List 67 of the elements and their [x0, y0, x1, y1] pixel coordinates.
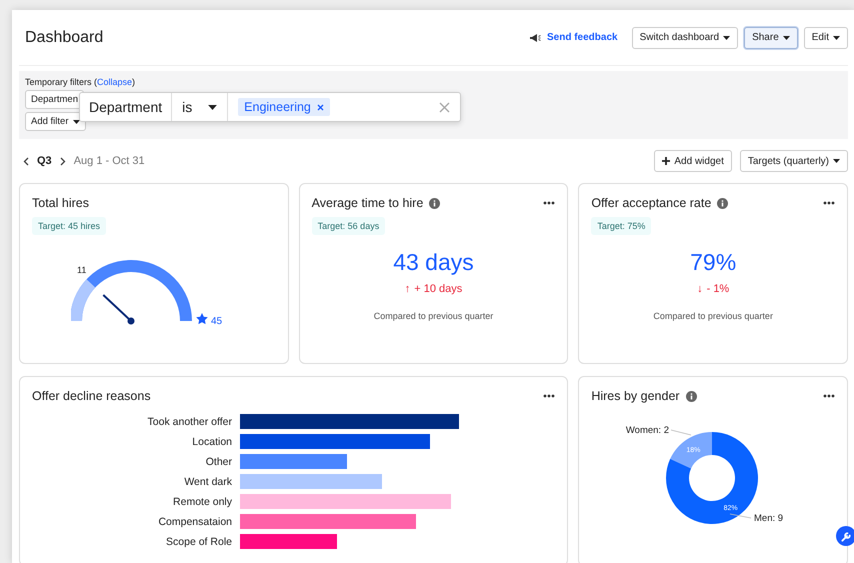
- caret-icon: [723, 36, 730, 40]
- widget-title: Average time to hire: [312, 196, 424, 210]
- header-button[interactable]: Switch dashboard: [632, 26, 738, 48]
- add-filter-button[interactable]: Add filter: [25, 112, 86, 131]
- caret-icon: [833, 159, 840, 163]
- star-icon: [196, 313, 208, 324]
- header-button[interactable]: Edit: [804, 26, 848, 48]
- gauge-target: 45: [211, 316, 222, 327]
- value-tag: Engineering: [238, 98, 330, 116]
- trend-arrow: ↓: [697, 283, 703, 295]
- more-icon[interactable]: [543, 394, 556, 398]
- widget-title: Hires by gender: [591, 389, 680, 403]
- metric-change: + 10 days: [414, 283, 462, 295]
- chevron-right-icon[interactable]: [60, 156, 66, 166]
- bar-label: Scope of Role: [165, 536, 232, 548]
- feedback-link[interactable]: Send feedback: [530, 32, 618, 43]
- trend-arrow: ↑: [404, 283, 410, 295]
- info-icon[interactable]: [429, 198, 440, 208]
- chevron-left-icon[interactable]: [23, 156, 29, 166]
- bar-label: Compensataion: [157, 516, 232, 528]
- filters-label: Temporary filters (Collapse): [25, 77, 136, 87]
- bar-label: Remote only: [172, 496, 232, 508]
- bar-label: Location: [191, 436, 232, 448]
- gauge-needle: [102, 294, 135, 324]
- bar-label: Other: [204, 456, 232, 468]
- metric-change: - 1%: [706, 283, 730, 295]
- wrench-icon: [840, 530, 852, 542]
- close-icon[interactable]: [316, 104, 324, 110]
- caret-icon: [208, 104, 218, 110]
- metric-note: Compared to previous quarter: [374, 311, 494, 321]
- collapse-link[interactable]: Collapse: [97, 77, 132, 87]
- metric-value: 79%: [690, 249, 736, 276]
- bar-label: Went dark: [183, 476, 232, 488]
- leader-line: [670, 430, 692, 436]
- quarter-label: Q3: [37, 155, 52, 167]
- metric-value: 43 days: [393, 249, 474, 276]
- info-icon[interactable]: [686, 390, 697, 402]
- gauge-fill: [71, 280, 96, 322]
- more-icon[interactable]: [543, 201, 556, 205]
- slice-label: Men: 9: [754, 513, 784, 524]
- widget-title: Offer decline reasons: [32, 389, 151, 403]
- add-widget-button[interactable]: Add widget: [654, 150, 732, 172]
- slice-label: Women: 2: [626, 425, 670, 436]
- caret-icon: [72, 120, 80, 124]
- leader-line: [730, 514, 752, 518]
- target-pill: Target: 56 days: [312, 217, 386, 235]
- header-button[interactable]: Share: [744, 26, 798, 48]
- caret-icon: [833, 36, 840, 40]
- date-range: Aug 1 - Oct 31: [74, 155, 146, 167]
- page-title: Dashboard: [25, 28, 104, 46]
- widget-title: Total hires: [32, 196, 89, 210]
- metric-note: Compared to previous quarter: [653, 311, 773, 321]
- widget-title: Offer acceptance rate: [591, 196, 712, 210]
- more-icon[interactable]: [822, 394, 835, 398]
- bar-label: Took another offer: [146, 416, 232, 428]
- megaphone-icon: [530, 34, 541, 42]
- operator-dropdown[interactable]: is: [172, 93, 228, 121]
- filter-chip[interactable]: Departmen: [25, 90, 84, 109]
- filter-field: Department: [80, 93, 172, 121]
- caret-icon: [782, 36, 790, 40]
- target-pill: Target: 45 hires: [32, 217, 106, 235]
- plus-icon: [662, 157, 670, 165]
- targets-button[interactable]: Targets (quarterly): [740, 150, 848, 172]
- more-icon[interactable]: [822, 201, 835, 205]
- target-pill: Target: 75%: [591, 217, 652, 235]
- gauge-value: 11: [77, 265, 87, 275]
- info-icon[interactable]: [717, 198, 728, 208]
